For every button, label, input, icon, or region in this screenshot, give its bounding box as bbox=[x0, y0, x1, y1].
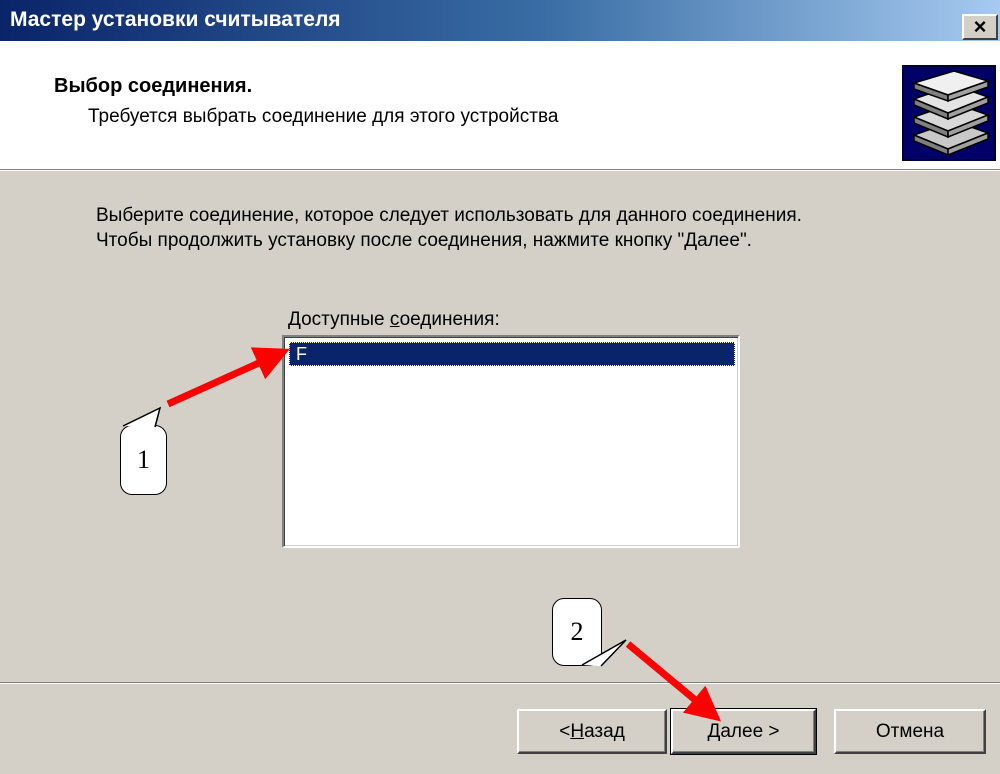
close-icon: × bbox=[973, 14, 987, 39]
back-button[interactable]: < Назад bbox=[517, 709, 667, 754]
wizard-header: Выбор соединения. Требуется выбрать соед… bbox=[0, 41, 1000, 170]
connections-label: Доступные соединения: bbox=[288, 309, 500, 330]
title-bar: Мастер установки считывателя × bbox=[0, 0, 1000, 41]
callout-1: 1 bbox=[120, 425, 167, 495]
page-title: Выбор соединения. bbox=[54, 75, 253, 97]
connections-listbox[interactable]: F bbox=[282, 335, 740, 548]
list-item[interactable]: F bbox=[289, 342, 735, 366]
page-subtitle: Требуется выбрать соединение для этого у… bbox=[88, 106, 559, 127]
stacked-disks-icon bbox=[902, 65, 996, 161]
arrow-1 bbox=[166, 347, 290, 408]
cancel-button[interactable]: Отмена bbox=[834, 709, 986, 754]
instruction-line-1: Выберите соединение, которое следует исп… bbox=[96, 205, 802, 226]
close-button[interactable]: × bbox=[962, 14, 998, 40]
next-button[interactable]: Далее > bbox=[670, 708, 817, 755]
header-divider bbox=[0, 170, 1000, 171]
arrow-2 bbox=[625, 641, 722, 722]
callout-2: 2 bbox=[552, 598, 602, 666]
window-title: Мастер установки считывателя bbox=[10, 8, 341, 31]
instruction-line-2: Чтобы продолжить установку после соедине… bbox=[96, 230, 752, 251]
instructions: Выберите соединение, которое следует исп… bbox=[96, 203, 976, 253]
